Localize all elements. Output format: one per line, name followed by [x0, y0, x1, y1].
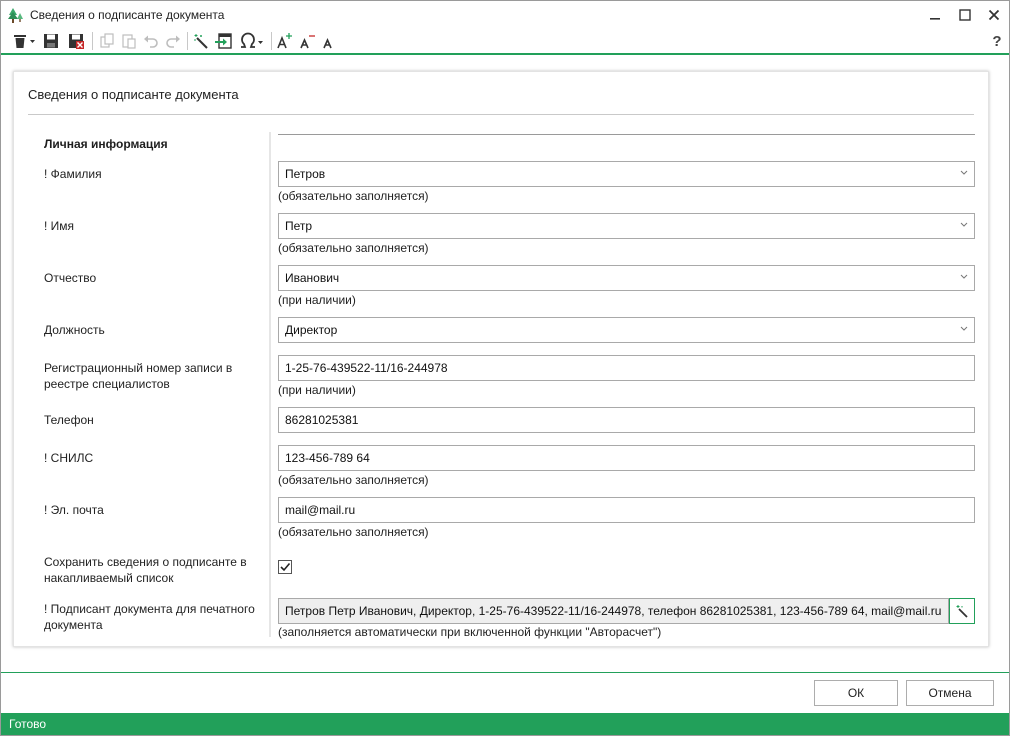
- toolbar: ?: [1, 29, 1009, 53]
- title-bar: Сведения о подписанте документа: [1, 1, 1009, 29]
- snils-hint: (обязательно заполняется): [278, 473, 429, 487]
- phone-value: 86281025381: [285, 413, 359, 427]
- save-button[interactable]: [41, 30, 61, 52]
- snils-field[interactable]: 123-456-789 64: [278, 445, 975, 471]
- first-name-field[interactable]: Петр: [278, 213, 975, 239]
- chevron-down-icon: [960, 326, 968, 331]
- status-bar: Готово: [1, 713, 1009, 735]
- reg-number-field[interactable]: 1-25-76-439522-11/16-244978: [278, 355, 975, 381]
- email-hint: (обязательно заполняется): [278, 525, 429, 539]
- copy-icon: [100, 33, 114, 48]
- email-value: mail@mail.ru: [285, 503, 356, 517]
- patronymic-field[interactable]: Иванович: [278, 265, 975, 291]
- minimize-icon: [930, 18, 940, 20]
- phone-field[interactable]: 86281025381: [278, 407, 975, 433]
- undo-button[interactable]: [141, 30, 161, 52]
- cancel-button[interactable]: Отмена: [906, 680, 994, 706]
- section-divider: [278, 134, 975, 135]
- omega-icon: [241, 32, 263, 48]
- position-value: Директор: [285, 323, 338, 337]
- status-text: Готово: [9, 717, 47, 731]
- autocalc-button[interactable]: [191, 30, 211, 52]
- page-title: Сведения о подписанте документа: [28, 87, 239, 102]
- reg-number-label: Регистрационный номер записи в реестре с…: [44, 361, 233, 391]
- copy-button[interactable]: [97, 30, 117, 52]
- phone-label: Телефон: [44, 413, 94, 427]
- maximize-icon: [959, 9, 971, 21]
- first-name-value: Петр: [285, 219, 313, 233]
- save-close-button[interactable]: [66, 30, 86, 52]
- signer-autocalc-button[interactable]: [949, 598, 975, 624]
- save-close-icon: [69, 34, 84, 49]
- delete-button[interactable]: [11, 30, 37, 52]
- content-card: Сведения о подписанте документа Личная и…: [13, 71, 989, 647]
- magic-wand-icon: [956, 605, 968, 618]
- signer-print-hint: (заполняется автоматически при включенно…: [278, 625, 662, 639]
- save-icon: [44, 34, 58, 48]
- save-to-list-checkbox[interactable]: [278, 560, 292, 574]
- reg-number-value: 1-25-76-439522-11/16-244978: [285, 361, 448, 375]
- section-title: Личная информация: [44, 137, 168, 151]
- toolbar-separator: [92, 32, 93, 50]
- patronymic-hint: (при наличии): [278, 293, 356, 307]
- redo-button[interactable]: [163, 30, 183, 52]
- footer-accent-line: [1, 672, 1009, 673]
- position-field[interactable]: Директор: [278, 317, 975, 343]
- chevron-down-icon: [960, 274, 968, 279]
- last-name-hint: (обязательно заполняется): [278, 189, 429, 203]
- chevron-down-icon: [960, 222, 968, 227]
- chevron-down-icon: [960, 170, 968, 175]
- patronymic-value: Иванович: [285, 271, 340, 285]
- window-title: Сведения о подписанте документа: [30, 8, 225, 22]
- minimize-button[interactable]: [920, 3, 950, 27]
- ok-button[interactable]: ОК: [814, 680, 898, 706]
- last-name-value: Петров: [285, 167, 326, 181]
- font-decrease-icon: [300, 35, 315, 49]
- signer-print-value: Петров Петр Иванович, Директор, 1-25-76-…: [285, 604, 942, 618]
- column-divider: [269, 132, 271, 637]
- toolbar-separator: [271, 32, 272, 50]
- position-label: Должность: [44, 323, 105, 337]
- help-icon: ?: [992, 32, 1002, 50]
- font-decrease-button[interactable]: [297, 30, 317, 52]
- paste-icon: [122, 34, 136, 49]
- first-name-label: ! Имя: [44, 219, 75, 233]
- maximize-button[interactable]: [950, 3, 980, 27]
- delete-icon: [14, 35, 35, 48]
- reg-number-hint: (при наличии): [278, 383, 356, 397]
- snils-value: 123-456-789 64: [285, 451, 370, 465]
- font-increase-button[interactable]: [275, 30, 295, 52]
- patronymic-label: Отчество: [44, 271, 97, 285]
- magic-wand-icon: [194, 34, 208, 49]
- paste-button[interactable]: [119, 30, 139, 52]
- toolbar-separator: [187, 32, 188, 50]
- toolbar-accent-line: [1, 53, 1009, 55]
- redo-icon: [166, 35, 180, 48]
- font-increase-icon: [277, 33, 292, 49]
- snils-label: ! СНИЛС: [44, 451, 94, 465]
- close-icon: [988, 9, 1000, 21]
- close-button[interactable]: [979, 3, 1009, 27]
- title-divider: [28, 114, 974, 115]
- email-label: ! Эл. почта: [44, 503, 104, 517]
- checkmark-icon: [280, 562, 291, 572]
- save-to-list-label: Сохранить сведения о подписанте в накапл…: [44, 555, 247, 585]
- import-button[interactable]: [213, 30, 233, 52]
- dialog-window: Сведения о подписанте документа ? Сведен…: [0, 0, 1010, 736]
- undo-icon: [144, 35, 158, 48]
- symbol-button[interactable]: [238, 30, 266, 52]
- signer-print-label: ! Подписант документа для печатного доку…: [44, 602, 255, 632]
- last-name-label: ! Фамилия: [44, 167, 102, 181]
- first-name-hint: (обязательно заполняется): [278, 241, 429, 255]
- signer-print-field[interactable]: Петров Петр Иванович, Директор, 1-25-76-…: [278, 598, 949, 624]
- help-button[interactable]: ?: [987, 30, 1007, 52]
- tree-icon: [7, 7, 25, 25]
- font-reset-icon: [323, 38, 332, 49]
- last-name-field[interactable]: Петров: [278, 161, 975, 187]
- font-reset-button[interactable]: [318, 30, 338, 52]
- import-icon: [215, 33, 232, 49]
- email-field[interactable]: mail@mail.ru: [278, 497, 975, 523]
